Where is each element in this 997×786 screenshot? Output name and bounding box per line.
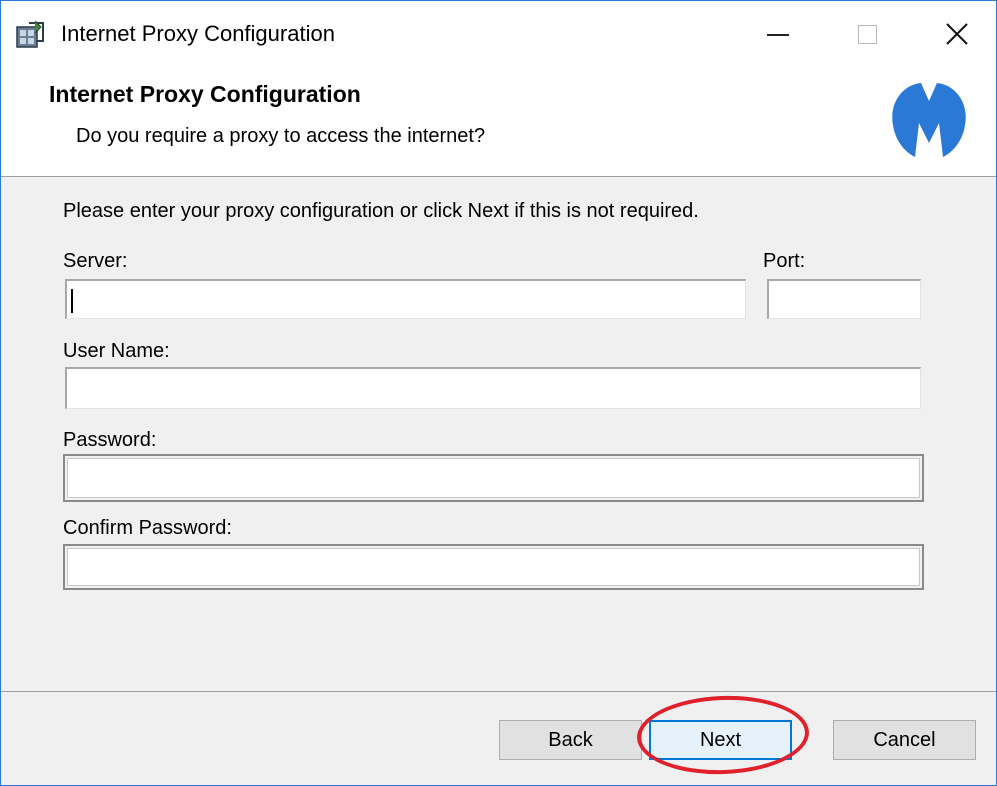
server-input[interactable] <box>65 279 746 319</box>
malwarebytes-logo <box>892 83 966 157</box>
instructions-text: Please enter your proxy configuration or… <box>63 200 699 222</box>
installer-icon <box>16 20 44 48</box>
header-banner: Internet Proxy Configuration Do you requ… <box>1 61 996 177</box>
port-label: Port: <box>763 250 806 272</box>
username-label: User Name: <box>63 340 170 362</box>
page-title: Internet Proxy Configuration <box>49 81 361 107</box>
close-icon <box>946 23 968 45</box>
maximize-icon <box>858 25 877 44</box>
proxy-config-window: Internet Proxy Configuration Internet Pr… <box>0 0 997 786</box>
username-input[interactable] <box>65 367 921 409</box>
minimize-icon <box>767 34 789 36</box>
page-subtitle: Do you require a proxy to access the int… <box>76 125 486 147</box>
minimize-button[interactable] <box>743 11 811 57</box>
title-bar[interactable]: Internet Proxy Configuration <box>1 1 996 61</box>
button-bar: Back Next Cancel <box>1 691 996 785</box>
back-button[interactable]: Back <box>499 720 642 760</box>
confirm-password-label: Confirm Password: <box>63 517 232 539</box>
maximize-button[interactable] <box>833 11 901 57</box>
window-title: Internet Proxy Configuration <box>61 21 335 46</box>
confirm-password-input[interactable] <box>63 544 924 590</box>
close-button[interactable] <box>923 11 991 57</box>
next-button[interactable]: Next <box>649 720 792 760</box>
cancel-button[interactable]: Cancel <box>833 720 976 760</box>
text-caret <box>71 289 73 313</box>
form-area: Please enter your proxy configuration or… <box>1 178 996 691</box>
port-input[interactable] <box>767 279 921 319</box>
password-input[interactable] <box>63 454 924 502</box>
password-label: Password: <box>63 429 157 451</box>
server-label: Server: <box>63 250 128 272</box>
